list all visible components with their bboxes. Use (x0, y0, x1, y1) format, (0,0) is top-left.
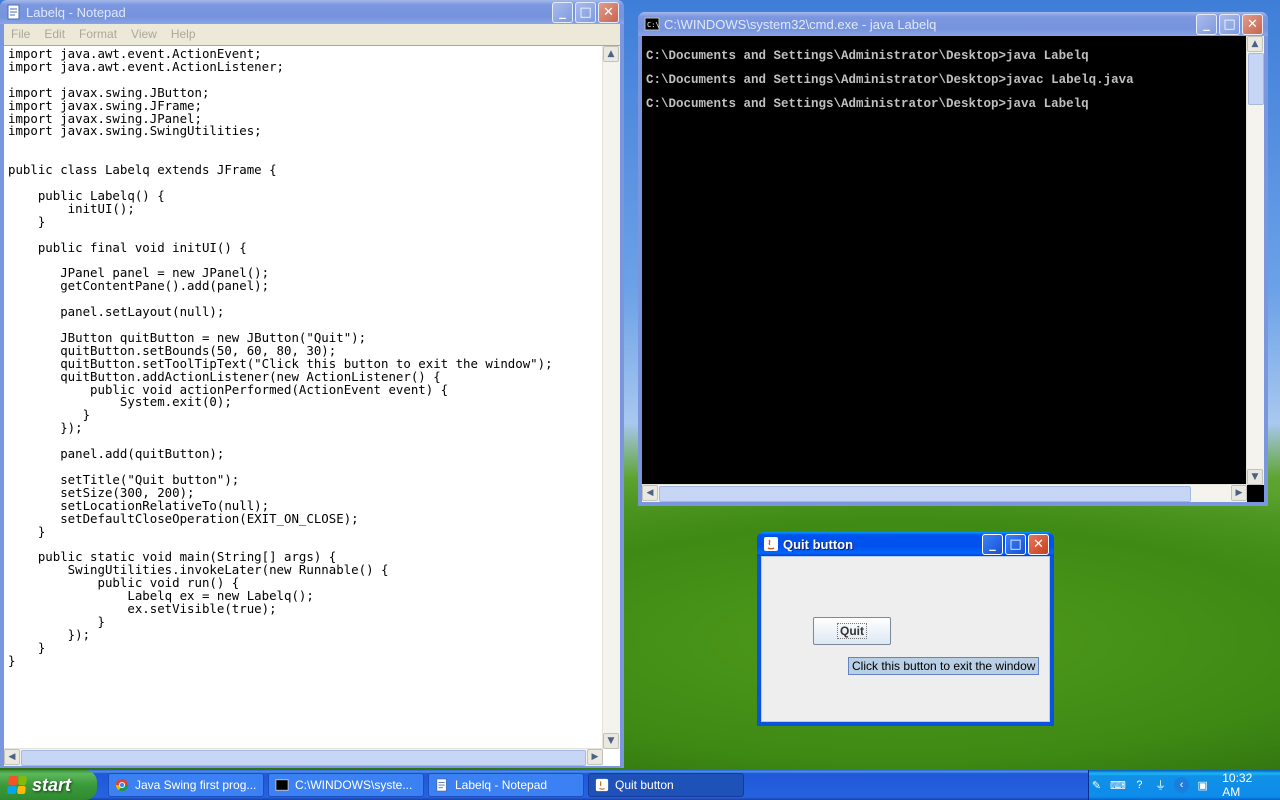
notepad-window: Labelq - Notepad _ □ ✕ File Edit Format … (0, 0, 624, 768)
cmd-window: C:\ C:\WINDOWS\system32\cmd.exe - java L… (638, 12, 1268, 506)
notepad-icon (436, 778, 447, 792)
scroll-right-button[interactable]: ▶ (1231, 485, 1247, 501)
start-button[interactable]: start (0, 770, 97, 800)
quit-button[interactable]: Quit (813, 617, 891, 645)
notepad-menubar: File Edit Format View Help (4, 24, 620, 45)
start-label: start (32, 774, 72, 795)
scroll-up-button[interactable]: ▲ (603, 46, 619, 62)
cmd-icon (275, 779, 289, 791)
arrow-down-icon: ▼ (1251, 472, 1259, 482)
horizontal-scrollbar[interactable]: ◀ ▶ (642, 484, 1247, 502)
quit-button-label: Quit (837, 623, 867, 639)
arrow-down-icon: ▼ (607, 736, 615, 746)
scroll-left-button[interactable]: ◀ (4, 749, 20, 765)
cmd-title: C:\WINDOWS\system32\cmd.exe - java Label… (664, 16, 937, 32)
keyboard-icon[interactable]: ⌨ (1110, 777, 1126, 793)
scroll-down-button[interactable]: ▼ (603, 733, 619, 749)
vertical-scrollbar[interactable]: ▲ ▼ (602, 46, 620, 749)
swing-titlebar[interactable]: Quit button _ □ ✕ (757, 532, 1054, 556)
scroll-thumb[interactable] (21, 750, 586, 766)
maximize-button[interactable]: □ (575, 1, 596, 23)
scroll-thumb[interactable] (659, 486, 1191, 502)
arrow-left-icon: ◀ (8, 752, 16, 762)
pen-tool-icon[interactable]: ✎ (1089, 777, 1104, 793)
network-icon[interactable]: ▣ (1195, 777, 1210, 793)
notepad-icon (7, 4, 20, 20)
close-icon: ✕ (1247, 16, 1258, 32)
scroll-thumb[interactable] (1248, 53, 1264, 105)
maximize-icon: □ (1223, 16, 1236, 32)
maximize-button[interactable]: □ (1005, 533, 1026, 555)
notepad-title: Labelq - Notepad (26, 4, 126, 20)
swing-title: Quit button (783, 536, 854, 552)
taskbar-item-label: Labelq - Notepad (455, 778, 548, 792)
horizontal-scrollbar[interactable]: ◀ ▶ (4, 748, 603, 766)
notepad-editor[interactable]: import java.awt.event.ActionEvent; impor… (4, 45, 620, 766)
clock[interactable]: 10:32 AM (1222, 771, 1270, 799)
menu-help[interactable]: Help (164, 27, 203, 41)
arrow-left-icon: ◀ (646, 488, 654, 498)
minimize-button[interactable]: _ (1196, 13, 1217, 35)
arrow-right-icon: ▶ (1235, 488, 1243, 498)
taskbar-item-notepad[interactable]: Labelq - Notepad (428, 773, 584, 797)
usb-icon[interactable]: ⏚ (1153, 777, 1168, 793)
system-tray: ✎ ⌨ ? ⏚ ‹ ▣ 10:32 AM (1088, 770, 1280, 800)
java-icon (595, 778, 609, 792)
console-area[interactable]: C:\Documents and Settings\Administrator\… (642, 36, 1264, 502)
swing-content-panel: Quit Click this button to exit the windo… (761, 556, 1050, 722)
taskbar-item-label: Java Swing first prog... (135, 778, 257, 792)
close-icon: ✕ (603, 4, 614, 20)
taskbar-item-label: C:\WINDOWS\syste... (295, 778, 413, 792)
scroll-right-button[interactable]: ▶ (587, 749, 603, 765)
minimize-icon: _ (1203, 16, 1210, 32)
notepad-titlebar[interactable]: Labelq - Notepad _ □ ✕ (0, 0, 624, 24)
scroll-left-button[interactable]: ◀ (642, 485, 658, 501)
minimize-icon: _ (559, 4, 566, 20)
close-button[interactable]: ✕ (1242, 13, 1263, 35)
arrow-up-icon: ▲ (607, 49, 615, 59)
scroll-down-button[interactable]: ▼ (1247, 469, 1263, 485)
quit-button-window: Quit button _ □ ✕ Quit Click this button… (757, 532, 1054, 726)
maximize-icon: □ (579, 4, 592, 20)
vertical-scrollbar[interactable]: ▲ ▼ (1246, 36, 1264, 485)
cmd-icon: C:\ (644, 17, 660, 31)
minimize-button[interactable]: _ (552, 1, 573, 23)
maximize-icon: □ (1009, 536, 1022, 552)
cmd-titlebar[interactable]: C:\ C:\WINDOWS\system32\cmd.exe - java L… (638, 12, 1268, 36)
menu-edit[interactable]: Edit (37, 27, 72, 41)
minimize-button[interactable]: _ (982, 533, 1003, 555)
maximize-button[interactable]: □ (1219, 13, 1240, 35)
menu-view[interactable]: View (124, 27, 164, 41)
taskbar-item-cmd[interactable]: C:\WINDOWS\syste... (268, 773, 424, 797)
help-icon[interactable]: ? (1132, 777, 1147, 793)
scroll-up-button[interactable]: ▲ (1247, 36, 1263, 52)
minimize-icon: _ (989, 536, 996, 552)
quit-tooltip: Click this button to exit the window (848, 657, 1040, 675)
windows-logo-icon (7, 776, 27, 794)
java-icon (764, 537, 778, 551)
arrow-up-icon: ▲ (1251, 39, 1259, 49)
close-button[interactable]: ✕ (598, 1, 619, 23)
close-button[interactable]: ✕ (1028, 533, 1049, 555)
menu-file[interactable]: File (4, 27, 37, 41)
taskbar-item-browser[interactable]: Java Swing first prog... (108, 773, 264, 797)
code-text[interactable]: import java.awt.event.ActionEvent; impor… (8, 47, 553, 668)
menu-format[interactable]: Format (72, 27, 124, 41)
arrow-right-icon: ▶ (591, 752, 599, 762)
chrome-icon (115, 778, 129, 792)
expand-tray-icon[interactable]: ‹ (1174, 777, 1190, 793)
console-output[interactable]: C:\Documents and Settings\Administrator\… (646, 44, 1134, 116)
taskbar-item-quit-button[interactable]: Quit button (588, 773, 744, 797)
close-icon: ✕ (1033, 536, 1044, 552)
taskbar-item-label: Quit button (615, 778, 674, 792)
svg-text:C:\: C:\ (647, 21, 660, 29)
